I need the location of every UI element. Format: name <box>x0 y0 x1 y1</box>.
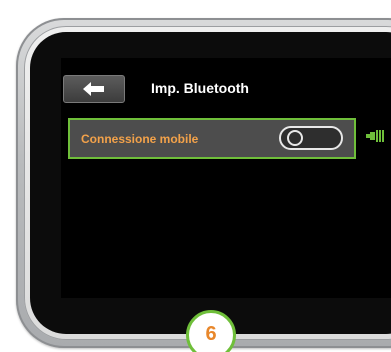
mobile-connection-toggle[interactable] <box>279 126 343 150</box>
back-button[interactable] <box>63 75 125 103</box>
arrow-left-icon <box>83 82 105 96</box>
screen-title: Imp. Bluetooth <box>151 80 249 96</box>
setting-label: Connessione mobile <box>81 132 199 146</box>
stage: Imp. Bluetooth Connessione mobile 6 <box>0 0 391 352</box>
step-number-badge: 6 <box>186 310 236 352</box>
cartridge-level-icon <box>366 129 384 148</box>
touch-screen: Imp. Bluetooth Connessione mobile <box>61 58 391 298</box>
toggle-knob <box>287 130 303 146</box>
setting-row-mobile-connection[interactable]: Connessione mobile <box>68 118 356 159</box>
